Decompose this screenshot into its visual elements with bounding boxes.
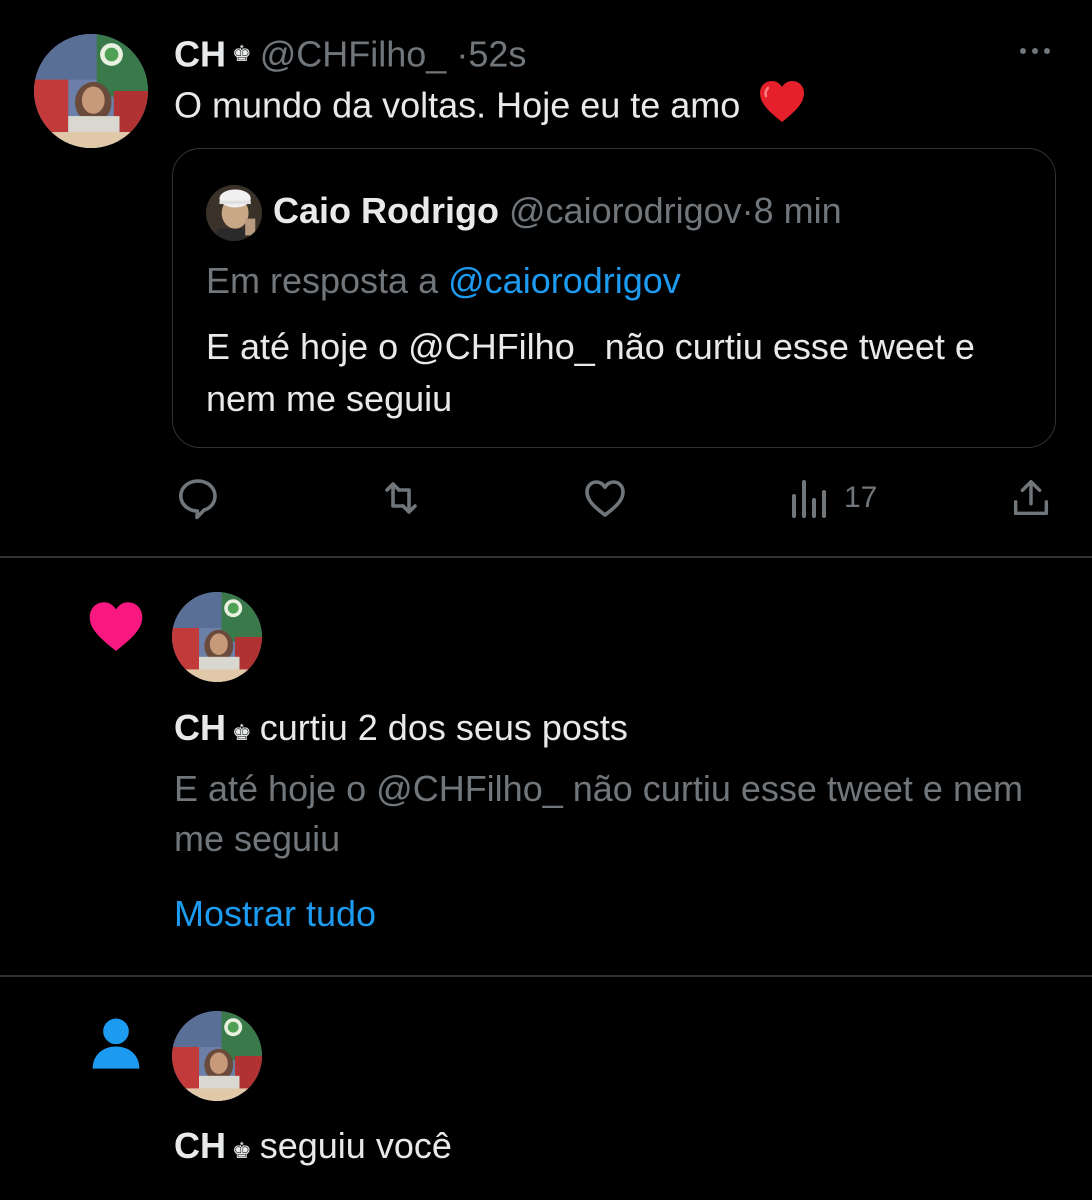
tweet-time[interactable]: 52s: [468, 33, 526, 74]
person-icon: [90, 1015, 142, 1076]
author-name[interactable]: CH: [174, 33, 226, 74]
heart-icon: [86, 598, 146, 659]
red-heart-emoji-icon: [758, 80, 806, 136]
quoted-time: 8 min: [753, 190, 842, 231]
bar-chart-icon: [792, 480, 826, 518]
reply-button[interactable]: [174, 470, 222, 526]
quoted-author-avatar[interactable]: [206, 185, 262, 241]
reply-handle-link[interactable]: @caiorodrigov: [448, 260, 681, 301]
more-options-button[interactable]: [1010, 38, 1060, 64]
heart-outline-icon: [585, 480, 625, 517]
tweet-text-content: O mundo da voltas. Hoje eu te amo: [174, 84, 741, 126]
quoted-header: Caio Rodrigo @caiorodrigov·8 min: [273, 189, 842, 233]
comment-icon: [179, 479, 217, 520]
reply-prefix: Em resposta a: [206, 260, 439, 301]
quoted-text: E até hoje o @CHFilho_ não curtiu esse t…: [206, 326, 975, 419]
crown-badge-icon: ♚: [232, 720, 252, 745]
crown-badge-icon: ♚: [232, 1138, 252, 1163]
dot: [1044, 48, 1050, 54]
notification-follow[interactable]: [0, 977, 1092, 1200]
author-handle[interactable]: @CHFilho_: [260, 33, 447, 74]
author-avatar[interactable]: [34, 34, 148, 148]
tweet-text: O mundo da voltas. Hoje eu te amo: [174, 80, 806, 136]
separator: ·: [456, 33, 469, 75]
crown-badge-icon: ♚: [232, 41, 252, 67]
share-icon: [1013, 479, 1049, 516]
like-button[interactable]: [580, 470, 630, 526]
notification-follow-summary: CH ♚ seguiu você: [174, 1122, 452, 1175]
tweet[interactable]: CH ♚ @CHFilho_ ·52s O mundo da voltas. Hoj…: [0, 0, 1092, 557]
tweet-header: CH ♚ @CHFilho_ ·52s: [174, 30, 526, 76]
action-text: curtiu 2 dos seus posts: [259, 707, 628, 748]
user-name[interactable]: CH: [174, 1125, 226, 1166]
separator: ·: [741, 190, 754, 231]
reply-context: Em resposta a @caiorodrigov: [206, 259, 681, 303]
post-preview[interactable]: E até hoje o @CHFilho_ não curtiu esse t…: [174, 764, 1034, 864]
retweet-icon: [385, 482, 417, 514]
notification-like-summary: CH ♚ curtiu 2 dos seus posts: [174, 704, 628, 757]
views-button[interactable]: 17: [788, 470, 877, 526]
dot: [1020, 48, 1026, 54]
quoted-tweet[interactable]: Caio Rodrigo @caiorodrigov·8 min Em resp…: [172, 148, 1056, 448]
retweet-button[interactable]: [376, 470, 426, 526]
quoted-author-name[interactable]: Caio Rodrigo: [273, 190, 499, 231]
share-button[interactable]: [1008, 470, 1054, 526]
user-avatar[interactable]: [172, 1011, 262, 1101]
tweet-actions: 17: [0, 470, 1092, 526]
action-text: seguiu você: [259, 1125, 452, 1166]
user-name[interactable]: CH: [174, 707, 226, 748]
dot: [1032, 48, 1038, 54]
user-avatar[interactable]: [172, 592, 262, 682]
show-all-link[interactable]: Mostrar tudo: [174, 890, 376, 938]
views-count: 17: [844, 481, 878, 514]
quoted-author-handle[interactable]: @caiorodrigov: [509, 190, 742, 231]
